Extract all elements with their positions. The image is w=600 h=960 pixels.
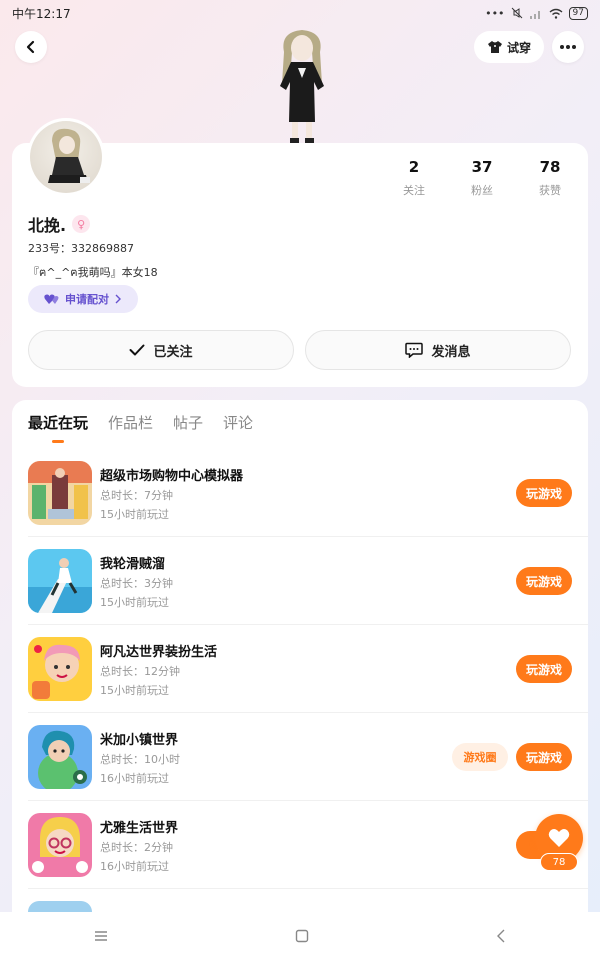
play-game-button[interactable]: 玩游戏	[516, 567, 572, 595]
game-duration: 总时长：10小时	[100, 753, 180, 766]
signal-icon	[529, 10, 540, 19]
heart-pair-icon	[44, 294, 59, 304]
female-icon: ♀	[72, 215, 91, 233]
more-icon	[560, 45, 576, 49]
message-icon	[405, 342, 424, 358]
game-duration: 总时长：12分钟	[100, 665, 180, 678]
game-row[interactable]: 我轮滑贼溜 总时长：3分钟 15小时前玩过 玩游戏	[28, 537, 588, 625]
game-last-played: 15小时前玩过	[100, 508, 169, 521]
game-icon-yoya-world	[28, 813, 92, 877]
stat-likes[interactable]: 78 获赞	[519, 158, 581, 198]
game-duration: 总时长：7分钟	[100, 489, 173, 502]
game-row[interactable]: 米加小镇世界 总时长：10小时 16小时前玩过 游戏圈 玩游戏	[28, 713, 588, 801]
status-time: 中午12:17	[12, 6, 71, 21]
game-icon-skate	[28, 549, 92, 613]
game-icon-partial	[28, 901, 92, 912]
mute-icon	[511, 7, 522, 19]
status-icons: ••• 97	[485, 6, 588, 20]
game-circle-button[interactable]: 游戏圈	[452, 743, 508, 771]
stat-likes-label: 获赞	[539, 184, 561, 197]
game-row[interactable]: 阿凡达世界装扮生活 总时长：12分钟 15小时前玩过 玩游戏	[28, 625, 588, 713]
profile-uid: 233号：332869887	[28, 242, 134, 255]
nav-back-icon[interactable]	[496, 929, 506, 943]
menu-icon[interactable]	[94, 930, 108, 942]
game-icon-supermarket	[28, 461, 92, 525]
stat-following-label: 关注	[403, 184, 425, 197]
chevron-right-icon	[115, 294, 121, 304]
tab-comments[interactable]: 评论	[223, 412, 253, 433]
play-game-button[interactable]: 玩游戏	[516, 479, 572, 507]
stat-following[interactable]: 2 关注	[383, 158, 445, 198]
shirt-icon	[487, 41, 502, 53]
game-last-played: 15小时前玩过	[100, 596, 169, 609]
profile-name-row: 北挽. ♀	[28, 212, 91, 236]
try-on-label: 试穿	[506, 40, 531, 55]
more-button[interactable]	[552, 31, 584, 63]
followed-label: 已关注	[153, 344, 193, 360]
match-button[interactable]: 申请配对	[28, 285, 138, 313]
game-icon-miga-town	[28, 725, 92, 789]
tab-works[interactable]: 作品栏	[108, 412, 153, 433]
game-row[interactable]: 超级市场购物中心模拟器 总时长：7分钟 15小时前玩过 玩游戏	[28, 449, 588, 537]
check-icon	[129, 344, 145, 356]
home-icon[interactable]	[295, 929, 309, 943]
match-label: 申请配对	[65, 293, 109, 306]
game-name: 米加小镇世界	[100, 733, 179, 748]
game-name: 阿凡达世界装扮生活	[100, 645, 218, 660]
content-tabs: 最近在玩 作品栏 帖子 评论	[28, 412, 253, 433]
row-divider	[28, 888, 588, 889]
message-label: 发消息	[431, 344, 471, 360]
game-last-played: 16小时前玩过	[100, 860, 169, 873]
game-last-played: 15小时前玩过	[100, 684, 169, 697]
avatar[interactable]	[27, 118, 105, 196]
battery-indicator: 97	[568, 6, 588, 20]
wifi-icon	[549, 8, 562, 19]
play-game-button[interactable]: 玩游戏	[516, 655, 572, 683]
stat-fans-label: 粉丝	[471, 184, 493, 197]
heart-icon	[548, 829, 570, 847]
game-duration: 总时长：3分钟	[100, 577, 173, 590]
game-duration: 总时长：2分钟	[100, 841, 173, 854]
game-name: 尤雅生活世界	[100, 821, 179, 836]
stat-likes-num: 78	[539, 158, 561, 176]
profile-bio: 『ฅ^_^ฅ我萌吗』本女18	[28, 266, 158, 279]
try-on-button[interactable]: 试穿	[474, 31, 544, 63]
back-button[interactable]	[15, 31, 47, 63]
play-game-button[interactable]: 玩游戏	[516, 743, 572, 771]
game-name: 超级市场购物中心模拟器	[100, 469, 244, 484]
stat-fans-num: 37	[471, 158, 493, 176]
more-dots-icon: •••	[485, 6, 505, 20]
followed-button[interactable]: 已关注	[28, 330, 294, 370]
system-nav-bar	[0, 912, 600, 960]
stat-following-num: 2	[408, 158, 420, 176]
back-arrow-icon	[26, 40, 35, 54]
tab-recent[interactable]: 最近在玩	[28, 412, 88, 433]
profile-name: 北挽.	[28, 216, 67, 235]
tab-posts[interactable]: 帖子	[173, 412, 203, 433]
game-icon-avatar-world	[28, 637, 92, 701]
stat-fans[interactable]: 37 粉丝	[451, 158, 513, 198]
tab-indicator	[52, 440, 64, 443]
game-last-played: 16小时前玩过	[100, 772, 169, 785]
game-row[interactable]: 尤雅生活世界 总时长：2分钟 16小时前玩过 玩	[28, 801, 588, 889]
game-name: 我轮滑贼溜	[100, 557, 166, 572]
message-button[interactable]: 发消息	[305, 330, 571, 370]
avatar-3d-figure	[262, 22, 342, 144]
like-count-badge: 78	[540, 853, 578, 871]
